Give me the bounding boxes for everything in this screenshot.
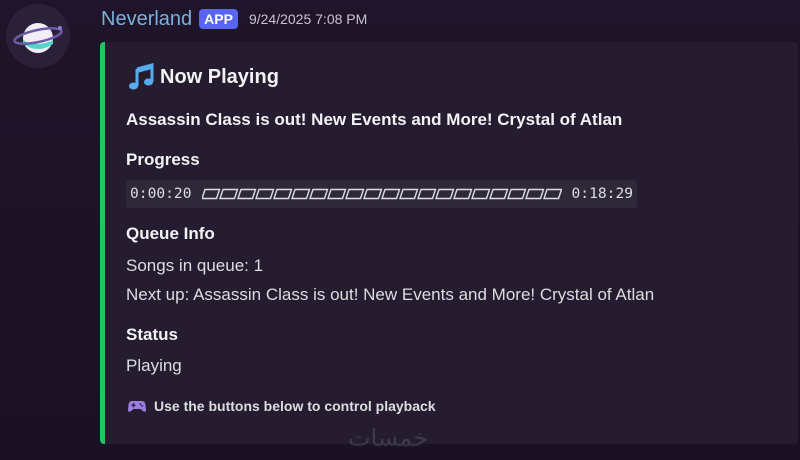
progress-segment	[236, 188, 256, 200]
progress-segment	[326, 188, 346, 200]
progress-segment	[344, 188, 364, 200]
track-title: Assassin Class is out! New Events and Mo…	[126, 110, 623, 129]
footer-text: Use the buttons below to control playbac…	[154, 398, 436, 414]
elapsed-time: 0:00:20	[130, 185, 192, 202]
progress-segment	[362, 188, 382, 200]
progress-segment	[524, 188, 544, 200]
progress-segment	[470, 188, 490, 200]
status-value: Playing	[126, 356, 182, 375]
progress-segment	[380, 188, 400, 200]
progress-label: Progress	[126, 150, 200, 169]
progress-segment	[416, 188, 436, 200]
progress-segment	[542, 188, 562, 200]
progress-segment	[488, 188, 508, 200]
app-badge: APP	[199, 9, 238, 29]
progress-segment	[254, 188, 274, 200]
progress-segment	[506, 188, 526, 200]
timestamp[interactable]: 9/24/2025 7:08 PM	[249, 11, 367, 27]
progress-segment	[308, 188, 328, 200]
progress-segment	[272, 188, 292, 200]
total-time: 0:18:29	[571, 185, 634, 202]
progress-segment	[201, 188, 220, 200]
progress-segment	[218, 188, 238, 200]
musical-note-icon	[129, 63, 154, 90]
progress-segment	[290, 188, 310, 200]
progress-segment	[434, 188, 454, 200]
status-label: Status	[126, 325, 178, 344]
progress-segment	[452, 188, 472, 200]
watermark: خمسات	[348, 425, 429, 452]
progress-bar	[201, 188, 562, 200]
bot-avatar[interactable]	[6, 4, 70, 68]
embed-footer: Use the buttons below to control playbac…	[128, 398, 436, 414]
songs-in-queue: Songs in queue: 1	[126, 256, 264, 275]
username[interactable]: Neverland	[101, 8, 192, 31]
now-playing-embed: Now Playing Assassin Class is out! New E…	[100, 42, 798, 444]
next-up: Next up: Assassin Class is out! New Even…	[126, 285, 655, 304]
embed-title: Now Playing	[126, 62, 279, 92]
progress-segment	[398, 188, 418, 200]
queue-info-label: Queue Info	[126, 224, 215, 243]
embed-title-text: Now Playing	[160, 65, 279, 88]
gamepad-icon	[128, 401, 146, 412]
message-header: Neverland APP 9/24/2025 7:08 PM	[101, 6, 367, 32]
progress-readout: 0:00:20 0:18:29	[126, 180, 638, 208]
planet-icon	[6, 4, 70, 68]
